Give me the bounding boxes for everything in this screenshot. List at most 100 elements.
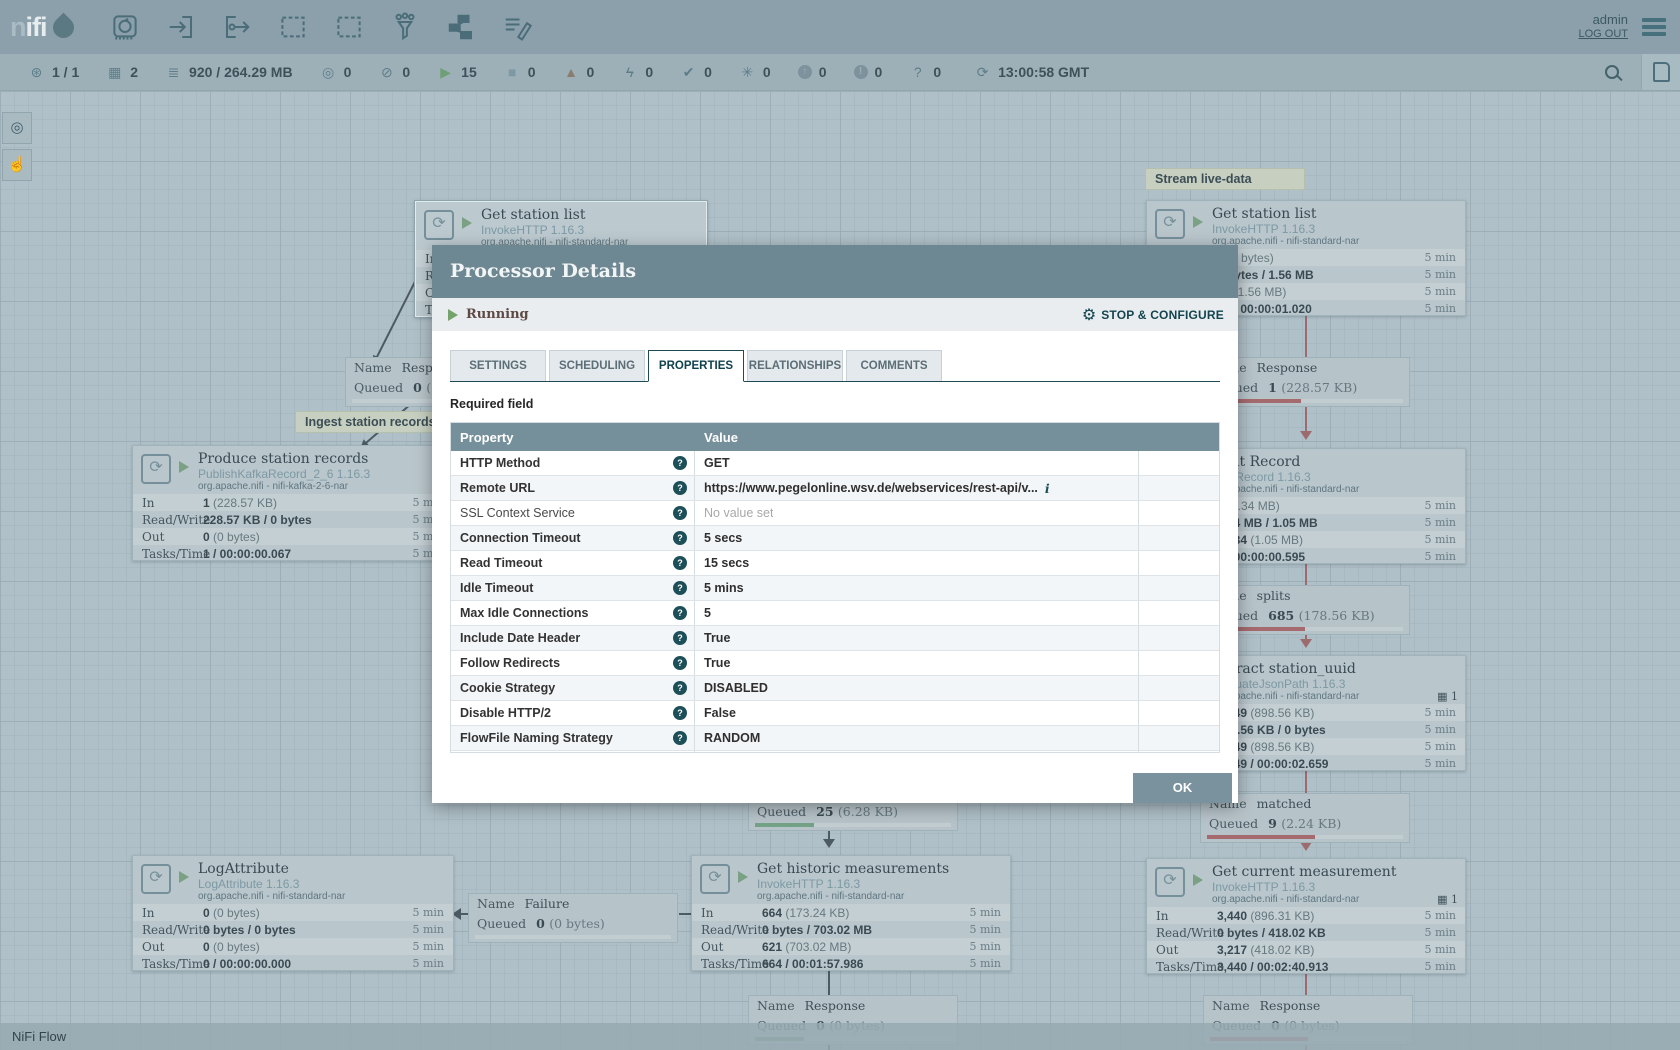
- help-icon[interactable]: ?: [673, 631, 687, 645]
- processor-details-dialog: Processor Details Running ⚙ STOP & CONFI…: [432, 245, 1238, 803]
- arrowhead-icon: [1300, 639, 1312, 648]
- label-icon[interactable]: [502, 12, 532, 42]
- stat-label: Tasks/Time: [142, 957, 203, 971]
- operate-palette-button[interactable]: ☝: [2, 149, 32, 181]
- remote-process-group-icon[interactable]: [334, 12, 364, 42]
- connection-label-failure[interactable]: NameFailureQueued0 (0 bytes): [468, 893, 678, 943]
- property-value-cell[interactable]: True: [695, 651, 1139, 675]
- status-count: 0: [704, 64, 712, 80]
- sidebar-toggle-button[interactable]: [1641, 54, 1680, 90]
- tab-properties[interactable]: PROPERTIES: [648, 350, 744, 382]
- property-row[interactable]: Read Timeout?15 secs: [451, 551, 1219, 576]
- current-user: admin: [1578, 12, 1628, 27]
- queued-label: Queued: [354, 379, 403, 397]
- input-port-icon[interactable]: [166, 12, 196, 42]
- help-icon[interactable]: ?: [673, 481, 687, 495]
- stat-value: 0 bytes / 0 bytes: [203, 923, 402, 937]
- property-row[interactable]: Cookie Strategy?DISABLED: [451, 676, 1219, 701]
- processor-get-current-measurement[interactable]: ⟳Get current measurementInvokeHTTP 1.16.…: [1146, 858, 1466, 974]
- canvas-label[interactable]: Stream live-data: [1145, 168, 1305, 190]
- help-icon[interactable]: ?: [673, 581, 687, 595]
- property-value-cell[interactable]: No value set: [695, 751, 1139, 753]
- property-value-cell[interactable]: https://www.pegelonline.wsv.de/webservic…: [695, 476, 1139, 500]
- ok-button[interactable]: OK: [1133, 773, 1232, 803]
- last-refresh[interactable]: ⟳ 13:00:58 GMT: [974, 64, 1089, 81]
- property-row[interactable]: Max Idle Connections?5: [451, 601, 1219, 626]
- processor-get-historic-measurements[interactable]: ⟳Get historic measurementsInvokeHTTP 1.1…: [691, 855, 1011, 971]
- stat-window: 5 min: [1414, 285, 1456, 298]
- processor-bundle: org.apache.nifi - nifi-standard-nar: [1212, 484, 1465, 496]
- stale-icon: ↑: [798, 65, 812, 79]
- property-row[interactable]: Attributes to Send?No value set: [451, 751, 1219, 753]
- logout-link[interactable]: LOG OUT: [1578, 27, 1628, 42]
- property-value-cell[interactable]: 5 mins: [695, 576, 1139, 600]
- processor-produce-station-records[interactable]: ⟳Produce station recordsPublishKafkaReco…: [132, 445, 454, 561]
- help-icon[interactable]: ?: [673, 531, 687, 545]
- property-value-cell[interactable]: No value set: [695, 501, 1139, 525]
- tab-relationships[interactable]: RELATIONSHIPS: [747, 350, 843, 381]
- breadcrumb[interactable]: NiFi Flow: [12, 1029, 66, 1044]
- connection-name: Response: [1257, 359, 1318, 377]
- status-item-stale: ↑0: [798, 64, 827, 80]
- property-value-cell[interactable]: RANDOM: [695, 726, 1139, 750]
- stop-and-configure-button[interactable]: ⚙ STOP & CONFIGURE: [1082, 305, 1224, 325]
- property-row[interactable]: Disable HTTP/2?False: [451, 701, 1219, 726]
- help-icon[interactable]: ?: [673, 706, 687, 720]
- property-value-cell[interactable]: GET: [695, 451, 1139, 475]
- running-status-icon: [1193, 216, 1203, 228]
- property-value-cell[interactable]: 5: [695, 601, 1139, 625]
- property-value-cell[interactable]: 15 secs: [695, 551, 1139, 575]
- name-label: Name: [354, 359, 392, 377]
- tab-settings[interactable]: SETTINGS: [450, 350, 546, 381]
- property-row[interactable]: Follow Redirects?True: [451, 651, 1219, 676]
- status-item-cluster: ⊛1 / 1: [28, 64, 79, 81]
- help-icon[interactable]: ?: [673, 731, 687, 745]
- output-port-icon[interactable]: [222, 12, 252, 42]
- property-row[interactable]: Idle Timeout?5 mins: [451, 576, 1219, 601]
- dialog-tabs: SETTINGSSCHEDULINGPROPERTIESRELATIONSHIP…: [450, 350, 1220, 382]
- property-row[interactable]: FlowFile Naming Strategy?RANDOM: [451, 726, 1219, 751]
- stat-value: 15 / 00:00:01.020: [1217, 302, 1414, 316]
- tab-comments[interactable]: COMMENTS: [846, 350, 942, 381]
- funnel-icon[interactable]: [390, 12, 420, 42]
- processor-icon[interactable]: [110, 12, 140, 42]
- processor-type: LogAttribute 1.16.3: [198, 877, 453, 891]
- property-value-cell[interactable]: False: [695, 701, 1139, 725]
- help-icon[interactable]: ?: [673, 656, 687, 670]
- info-icon[interactable]: i: [1045, 481, 1050, 496]
- required-field-note: Required field: [450, 397, 1220, 411]
- property-value: 5 secs: [704, 531, 742, 545]
- nifi-logo: nifi: [10, 12, 74, 43]
- property-row[interactable]: Connection Timeout?5 secs: [451, 526, 1219, 551]
- navigate-palette-button[interactable]: ◎: [2, 112, 32, 144]
- refresh-icon[interactable]: ⟳: [974, 64, 991, 81]
- help-icon[interactable]: ?: [673, 556, 687, 570]
- help-icon[interactable]: ?: [673, 606, 687, 620]
- help-icon[interactable]: ?: [673, 681, 687, 695]
- property-row[interactable]: HTTP Method?GET: [451, 451, 1219, 476]
- property-value: False: [704, 706, 736, 720]
- help-icon[interactable]: ?: [673, 506, 687, 520]
- search-icon[interactable]: [1605, 65, 1619, 79]
- processor-logattribute[interactable]: ⟳LogAttributeLogAttribute 1.16.3org.apac…: [132, 855, 454, 971]
- status-count: 0: [875, 64, 883, 80]
- property-value: GET: [704, 456, 730, 470]
- property-row[interactable]: SSL Context Service?No value set: [451, 501, 1219, 526]
- tab-scheduling[interactable]: SCHEDULING: [549, 350, 645, 381]
- template-icon[interactable]: [446, 12, 476, 42]
- stat-value: 0 bytes / 1.56 MB: [1217, 268, 1414, 282]
- process-group-icon[interactable]: [278, 12, 308, 42]
- property-value-cell[interactable]: 5 secs: [695, 526, 1139, 550]
- connection-name: splits: [1257, 587, 1291, 605]
- global-menu-icon[interactable]: [1642, 18, 1666, 36]
- stat-row: Out0 (0 bytes)5 min: [133, 938, 453, 955]
- status-count: 0: [344, 64, 352, 80]
- property-value-cell[interactable]: True: [695, 626, 1139, 650]
- help-icon[interactable]: ?: [673, 456, 687, 470]
- property-value-cell[interactable]: DISABLED: [695, 676, 1139, 700]
- processor-name: Get current measurement: [1212, 859, 1465, 880]
- property-row[interactable]: Remote URL?https://www.pegelonline.wsv.d…: [451, 476, 1219, 501]
- property-row[interactable]: Include Date Header?True: [451, 626, 1219, 651]
- stat-row: Tasks/Time664 / 00:01:57.9865 min: [692, 955, 1010, 972]
- processor-bundle: org.apache.nifi - nifi-standard-nar: [757, 891, 1010, 903]
